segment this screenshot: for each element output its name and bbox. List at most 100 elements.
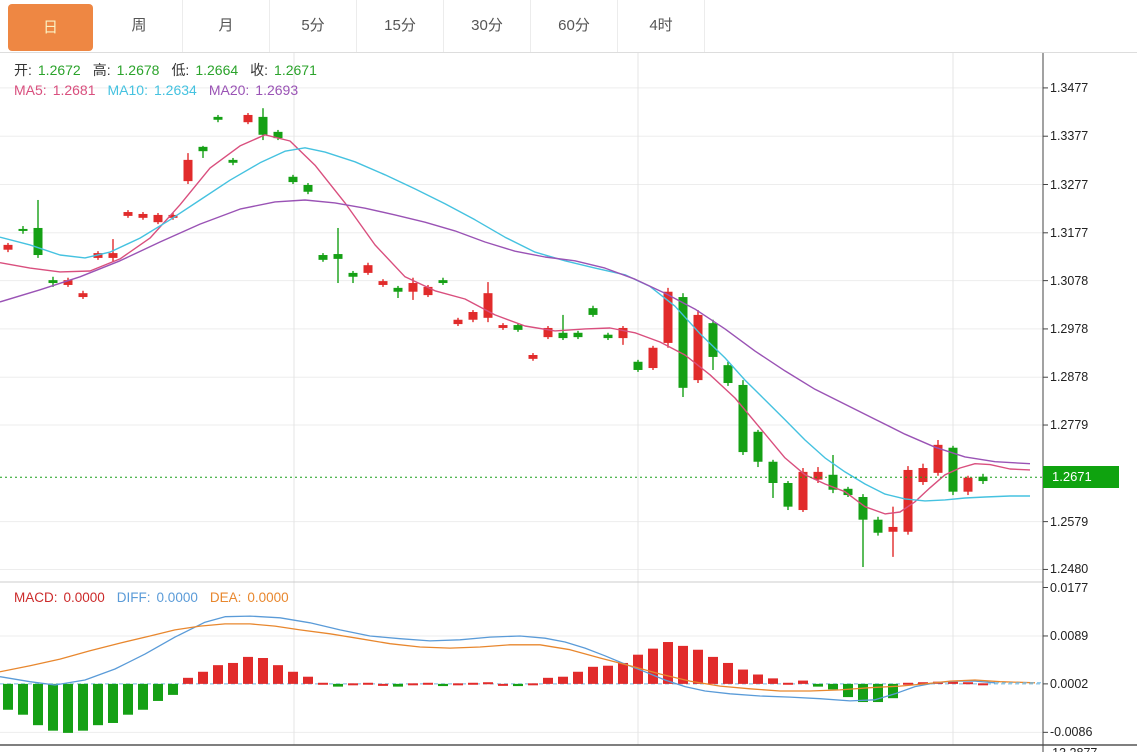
macd-bar [123, 684, 133, 715]
legend-value: 1.2681 [53, 82, 96, 98]
macd-bar [363, 683, 373, 685]
macd-bar [48, 684, 58, 731]
candle-body [79, 293, 88, 297]
price-axis-tick: 1.2779 [1050, 418, 1088, 432]
macd-bar [318, 683, 328, 685]
legend-value: 1.2634 [154, 82, 197, 98]
macd-bar [78, 684, 88, 731]
candle-body [409, 283, 418, 292]
macd-bar [498, 684, 508, 686]
price-axis-tick: 1.3377 [1050, 129, 1088, 143]
candle-body [229, 160, 238, 163]
chart-region[interactable]: 开: 1.2672 高:1.2678低:1.2664 收: 1.2671 MA5:1.2… [0, 53, 1137, 752]
macd-bar [753, 675, 763, 684]
macd-bar [738, 670, 748, 684]
macd-bar [138, 684, 148, 710]
macd-bar [3, 684, 13, 710]
candle-body [649, 348, 658, 368]
legend-item: 高:1.2678 [93, 60, 166, 80]
candle-body [739, 385, 748, 452]
macd-bar [558, 677, 568, 684]
candle-body [109, 253, 118, 258]
price-axis-tick: 1.3277 [1050, 178, 1088, 192]
macd-bar [93, 684, 103, 725]
macd-bar [453, 683, 463, 685]
legend-item: MA20:1.2693 [209, 82, 304, 98]
candle-body [604, 335, 613, 338]
macd-bar [348, 683, 358, 685]
price-axis-tick: 1.3078 [1050, 274, 1088, 288]
legend-value: 1.2672 [38, 62, 81, 78]
candle-body [124, 212, 133, 216]
legend-label: MA10: [108, 82, 148, 98]
candlestick-macd-chart[interactable] [0, 0, 1137, 752]
macd-bar [723, 663, 733, 684]
candle-body [889, 527, 898, 532]
macd-bar [258, 658, 268, 684]
candle-body [634, 362, 643, 370]
legend-label: DEA: [210, 590, 242, 605]
macd-bar [813, 684, 823, 687]
legend-value: 1.2671 [274, 62, 317, 78]
macd-bar [303, 677, 313, 684]
candle-body [559, 333, 568, 338]
candle-body [874, 520, 883, 533]
macd-bar [648, 649, 658, 684]
candle-body [814, 472, 823, 480]
macd-bar [408, 683, 418, 685]
legend-value: 0.0000 [64, 590, 105, 605]
candle-body [4, 245, 13, 250]
current-price-value: 1.2671 [1052, 469, 1092, 484]
macd-bar [513, 684, 523, 686]
legend-label: 收: [250, 62, 268, 78]
legend-label: MACD: [14, 590, 58, 605]
candle-body [214, 117, 223, 120]
trading-chart-app: 日周月5分15分30分60分4时 开:1.2672高:1.2678低:1.266… [0, 0, 1137, 752]
candle-body [784, 483, 793, 507]
candle-body [769, 462, 778, 483]
candle-body [469, 312, 478, 320]
legend-item: 开: 1.2672 [14, 60, 87, 80]
candle-body [499, 325, 508, 328]
candle-body [379, 281, 388, 285]
current-price-tag: 1.2671 [1043, 466, 1119, 488]
legend-item: MA10: 1.2634 [108, 82, 203, 98]
legend-value: 0.0000 [157, 590, 198, 605]
candle-body [694, 315, 703, 380]
macd-axis-tick: 0.0177 [1050, 581, 1088, 595]
candle-body [184, 160, 193, 181]
macd-bar [588, 667, 598, 684]
macd-bar [198, 672, 208, 684]
legend-item: MA5:1.2681 [14, 82, 102, 98]
macd-line-dea [0, 624, 1035, 691]
candle-body [454, 320, 463, 324]
macd-legend: MACD: 0.0000 DIFF: 0.0000 DEA: 0.0000 [14, 590, 301, 605]
price-axis-tick: 1.3477 [1050, 81, 1088, 95]
macd-axis-tick: 0.0089 [1050, 629, 1088, 643]
candle-body [139, 214, 148, 218]
legend-label: DIFF: [117, 590, 151, 605]
candle-body [49, 280, 58, 283]
candle-body [439, 280, 448, 283]
candle-body [484, 293, 493, 318]
ma-line-ma5 [0, 135, 1030, 514]
candle-body [334, 254, 343, 259]
macd-axis-tick: 0.0002 [1050, 677, 1088, 691]
macd-bar [63, 684, 73, 733]
price-axis-tick: 1.2878 [1050, 370, 1088, 384]
legend-value: 0.0000 [247, 590, 288, 605]
macd-bar [213, 665, 223, 684]
macd-bar [708, 657, 718, 684]
macd-bar [33, 684, 43, 725]
macd-bar [573, 672, 583, 684]
ohlc-legend: 开: 1.2672 高:1.2678低:1.2664 收: 1.2671 [14, 60, 329, 80]
candle-body [244, 115, 253, 122]
macd-bar [843, 684, 853, 697]
ma-legend: MA5:1.2681 MA10: 1.2634 MA20:1.2693 [14, 82, 310, 98]
macd-bar [828, 684, 838, 690]
legend-label: 开: [14, 62, 32, 78]
legend-item: 低:1.2664 [171, 60, 244, 80]
macd-bar [423, 683, 433, 685]
candle-body [529, 355, 538, 359]
price-axis-tick: 1.2978 [1050, 322, 1088, 336]
